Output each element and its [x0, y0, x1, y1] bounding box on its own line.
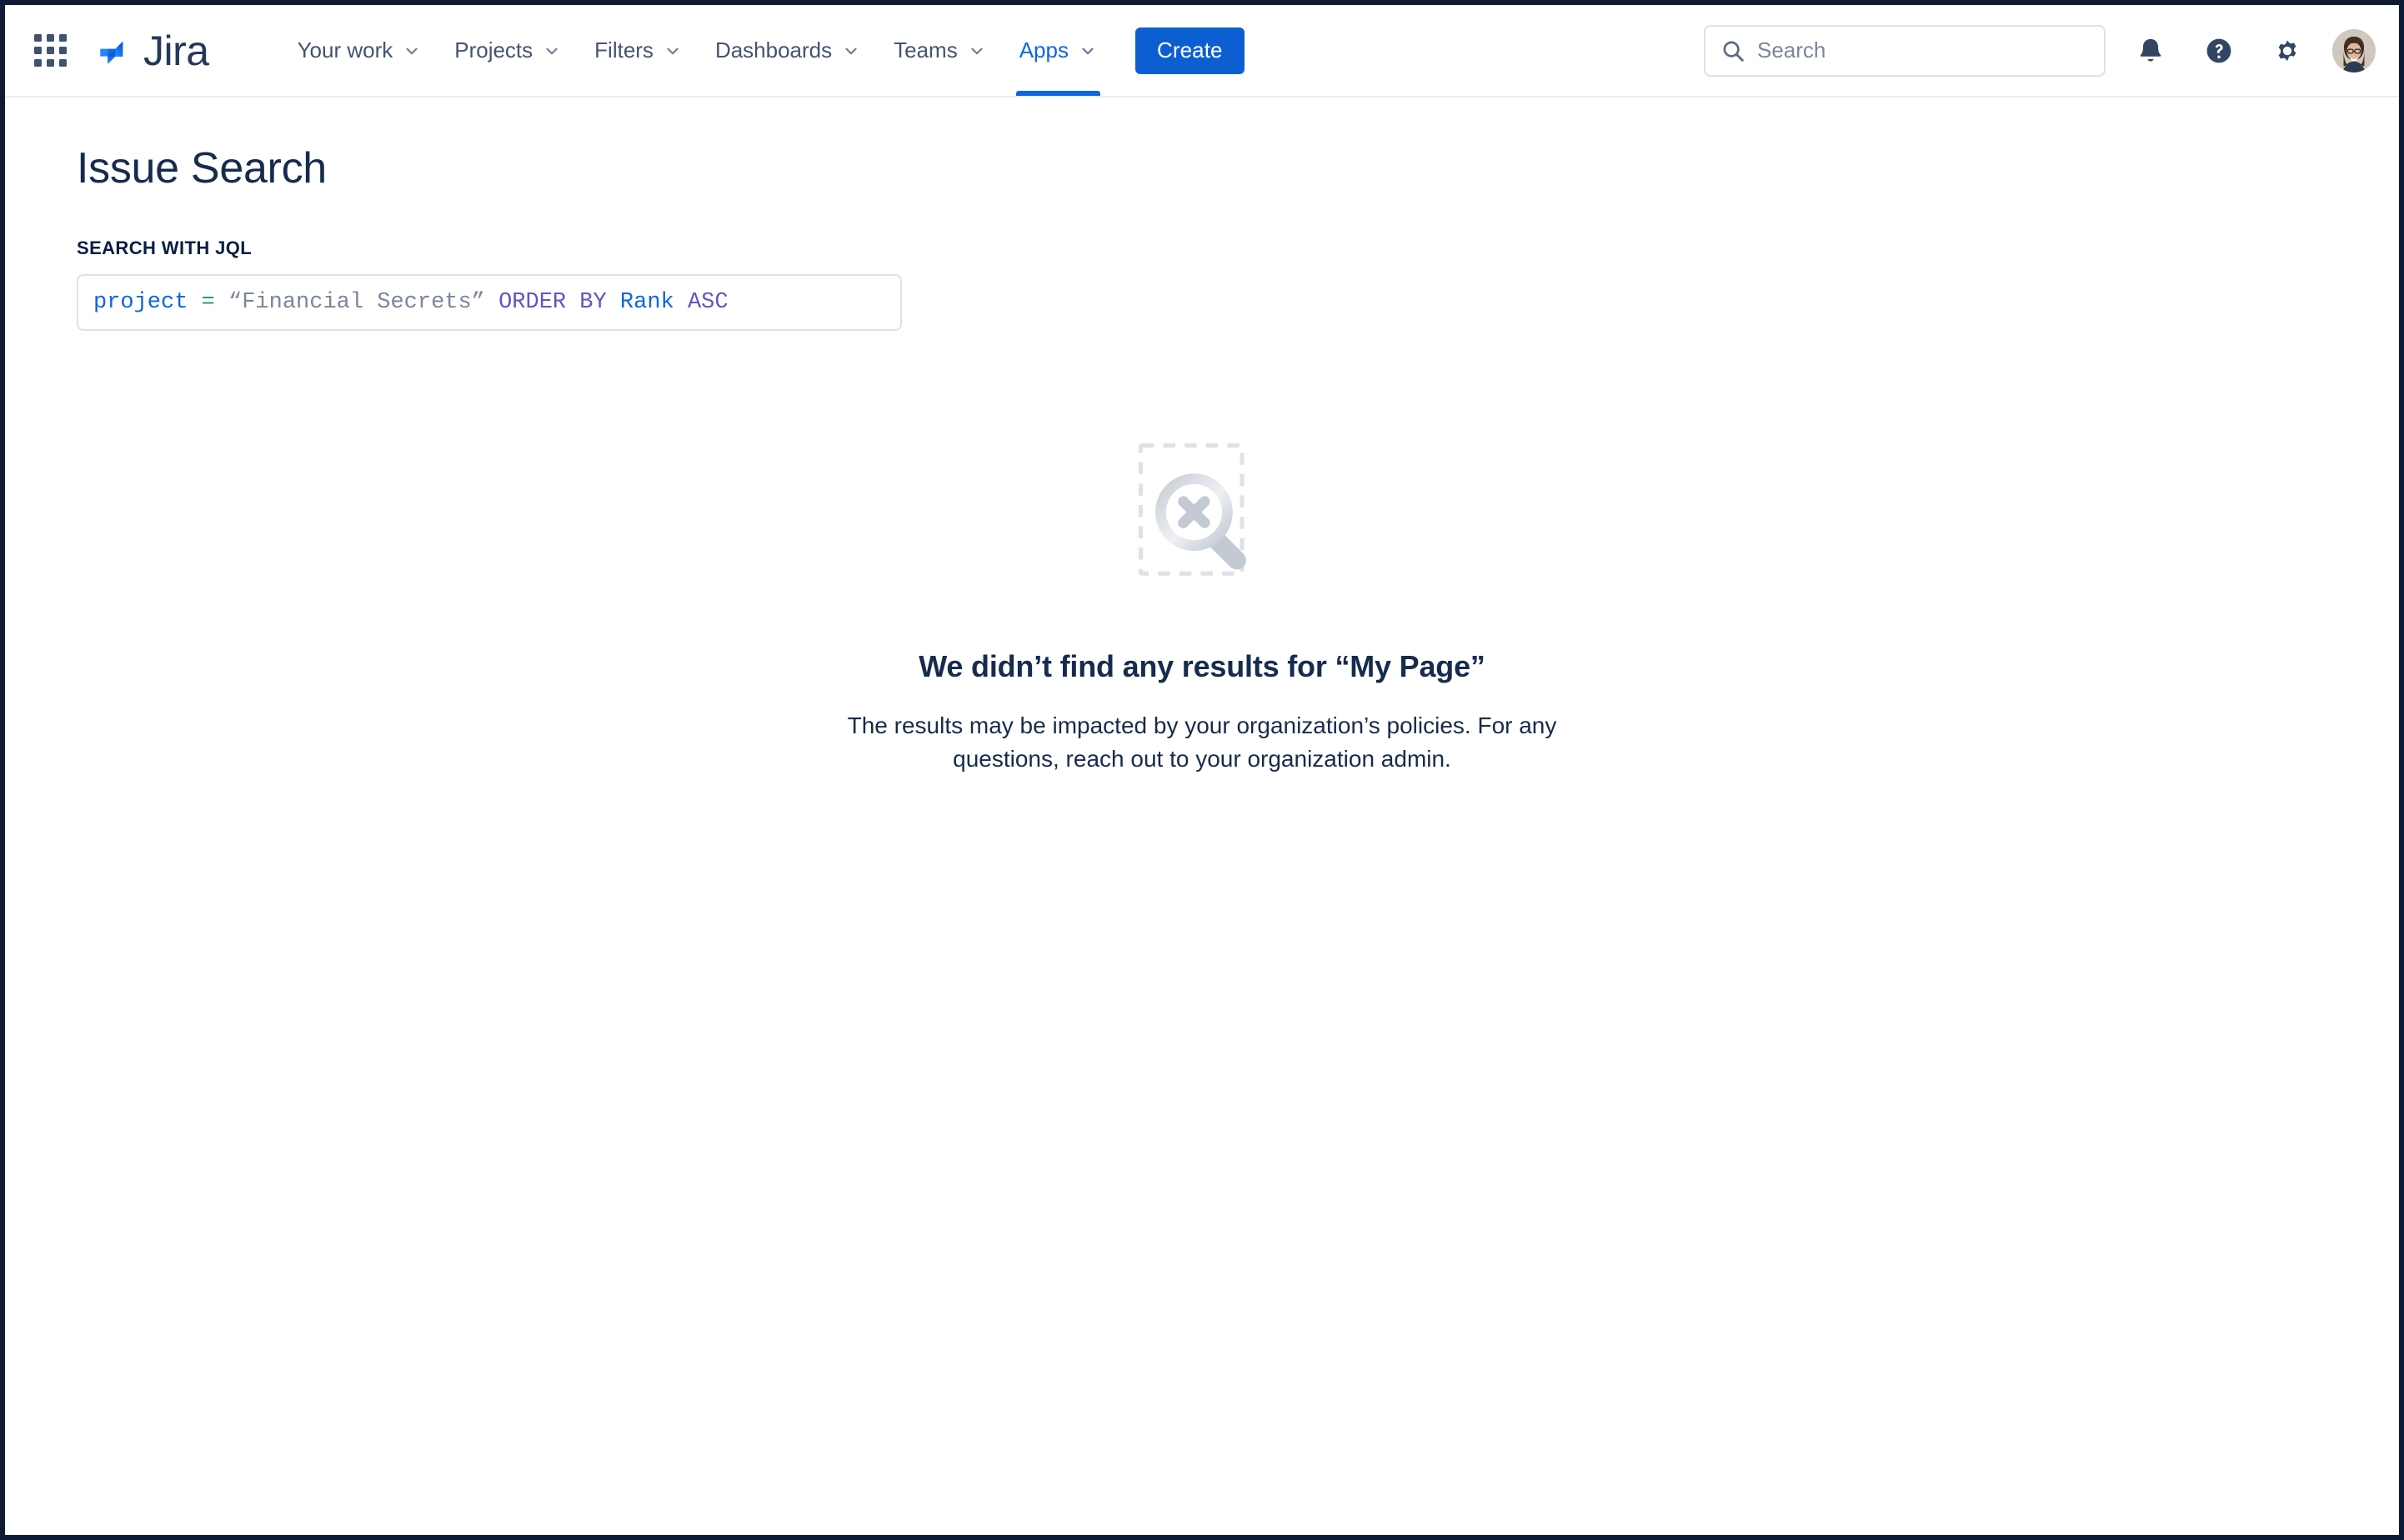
- nav-item-label: Teams: [894, 38, 958, 62]
- notifications-bell-icon: [2140, 38, 2161, 62]
- jql-search-input[interactable]: project = “Financial Secrets” ORDER BY R…: [77, 273, 902, 331]
- search-icon: [1723, 41, 1744, 62]
- nav-item-label: Projects: [454, 38, 533, 62]
- global-search-box[interactable]: [1704, 24, 2106, 77]
- jira-app-window: Jira Your work Projects Filters Dashboar…: [0, 0, 2404, 1540]
- nav-item-label: Apps: [1019, 38, 1069, 62]
- nav-item-projects[interactable]: Projects: [438, 5, 578, 96]
- nav-item-label: Your work: [297, 38, 393, 62]
- nav-right-group: [1704, 24, 2376, 77]
- grid-dot: [58, 59, 67, 67]
- user-avatar-image: [2332, 28, 2376, 72]
- notifications-button[interactable]: [2127, 28, 2174, 74]
- nav-item-your-work[interactable]: Your work: [281, 5, 438, 96]
- jql-token: =: [201, 289, 215, 315]
- jql-token: [215, 290, 228, 315]
- grid-dot: [46, 59, 54, 67]
- grid-dot: [33, 47, 42, 54]
- help-button[interactable]: [2196, 28, 2242, 74]
- jql-token: Rank: [619, 289, 674, 315]
- jql-token: “Financial Secrets”: [228, 289, 485, 315]
- avatar[interactable]: [2332, 28, 2376, 72]
- page-content: Issue Search SEARCH WITH JQL project = “…: [5, 98, 2399, 777]
- jql-token: project: [93, 289, 188, 315]
- jql-token: [607, 290, 620, 315]
- help-question-icon: [2206, 38, 2231, 62]
- jql-token: [188, 290, 201, 315]
- chevron-down-icon: [546, 48, 558, 54]
- settings-gear-icon: [2278, 40, 2296, 61]
- grid-dot: [58, 34, 67, 42]
- chevron-down-icon: [845, 48, 857, 54]
- chevron-down-icon: [406, 48, 418, 54]
- jql-field-label: SEARCH WITH JQL: [77, 237, 253, 258]
- nav-item-label: Filters: [594, 38, 654, 62]
- grid-dot: [46, 47, 54, 54]
- chevron-down-icon: [667, 48, 679, 54]
- jql-token: ORDER BY: [498, 289, 607, 315]
- jira-logo-icon: [100, 32, 131, 64]
- jql-token: [674, 290, 688, 315]
- jql-token: ASC: [687, 289, 729, 315]
- primary-nav-items: Your work Projects Filters Dashboards Te…: [281, 5, 1245, 96]
- nav-item-apps[interactable]: Apps: [1003, 5, 1114, 96]
- jira-home-link[interactable]: Jira: [95, 30, 209, 72]
- chevron-down-icon: [1082, 48, 1094, 54]
- empty-state-title: We didn’t find any results for “My Page”: [919, 648, 1485, 683]
- no-results-magnifier-icon: [1138, 442, 1246, 576]
- jql-token: [485, 290, 498, 315]
- grid-dot: [58, 47, 67, 54]
- grid-dot: [33, 34, 42, 42]
- top-navigation-bar: Jira Your work Projects Filters Dashboar…: [5, 5, 2399, 98]
- chevron-down-icon: [971, 48, 983, 54]
- jira-wordmark: Jira: [143, 27, 209, 74]
- create-button[interactable]: Create: [1134, 27, 1245, 74]
- empty-state-description: The results may be impacted by your orga…: [847, 712, 1557, 772]
- nav-item-teams[interactable]: Teams: [877, 5, 1003, 96]
- search-input[interactable]: [1757, 38, 2089, 63]
- nav-item-dashboards[interactable]: Dashboards: [699, 5, 877, 96]
- grid-dot: [46, 34, 54, 42]
- settings-button[interactable]: [2264, 28, 2311, 74]
- nav-left-group: Jira Your work Projects Filters Dashboar…: [27, 5, 1245, 96]
- app-switcher-icon[interactable]: [27, 28, 73, 74]
- page-title: Issue Search: [77, 144, 327, 192]
- nav-item-filters[interactable]: Filters: [578, 5, 699, 96]
- grid-dot: [33, 59, 42, 67]
- nav-item-label: Dashboards: [714, 38, 833, 62]
- empty-state: We didn’t find any results for “My Page”…: [77, 438, 2327, 777]
